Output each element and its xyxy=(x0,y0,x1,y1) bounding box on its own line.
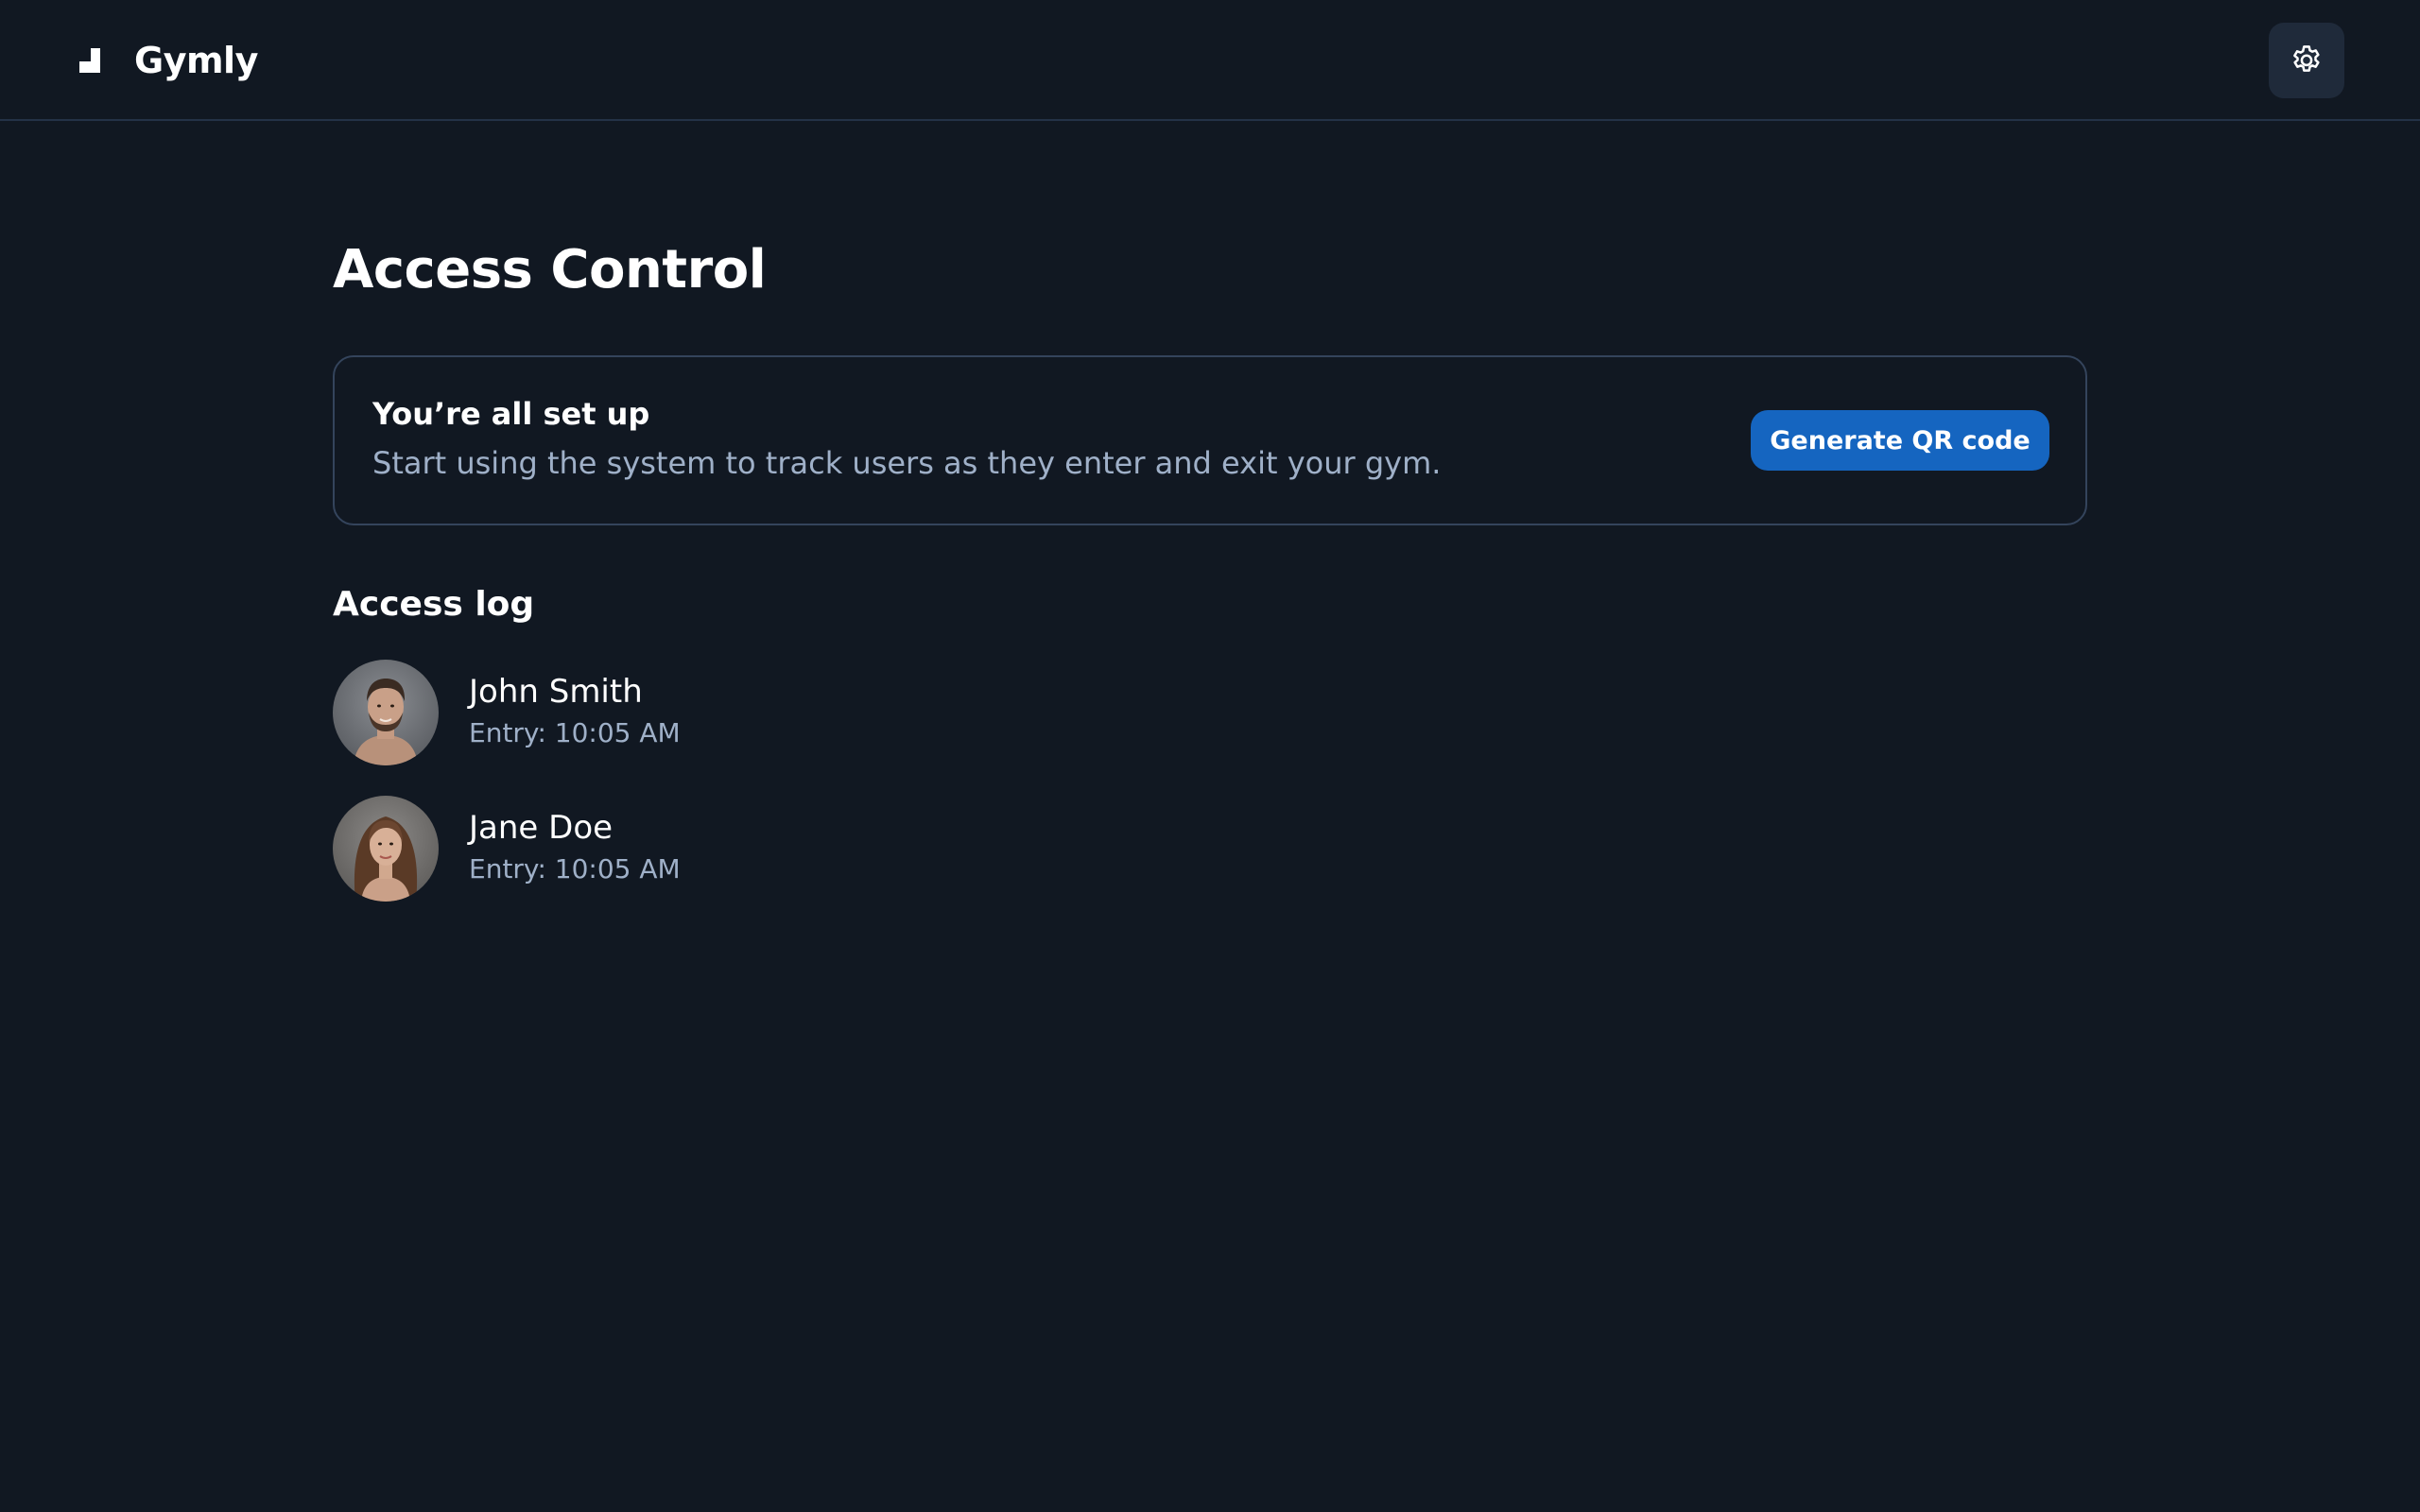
access-log-title: Access log xyxy=(333,585,535,624)
stairs-logo-icon xyxy=(79,48,100,73)
generate-qr-code-button[interactable]: Generate QR code xyxy=(1751,410,2049,471)
avatar xyxy=(333,796,439,902)
gear-icon xyxy=(2293,45,2320,72)
status-description: Start using the system to track users as… xyxy=(372,445,1442,481)
woman-avatar-image xyxy=(333,796,439,902)
log-entry-time: Entry: 10:05 AM xyxy=(469,853,681,885)
avatar xyxy=(333,660,439,765)
setup-status-card: You’re all set up Start using the system… xyxy=(333,355,2087,525)
access-log-item[interactable]: Jane Doe Entry: 10:05 AM xyxy=(333,796,1467,902)
page-title: Access Control xyxy=(333,239,767,301)
brand[interactable]: Gymly xyxy=(76,38,258,83)
log-entry-time: Entry: 10:05 AM xyxy=(469,717,681,748)
settings-button[interactable] xyxy=(2269,23,2344,98)
log-entry-name: Jane Doe xyxy=(469,809,614,847)
top-bar: Gymly xyxy=(0,0,2420,121)
status-title: You’re all set up xyxy=(372,396,650,432)
man-avatar-image xyxy=(333,660,439,765)
access-log-item[interactable]: John Smith Entry: 10:05 AM xyxy=(333,660,1467,765)
log-entry-name: John Smith xyxy=(469,673,643,711)
brand-name: Gymly xyxy=(134,40,258,81)
access-log-list: John Smith Entry: 10:05 AM Jane Doe Entr… xyxy=(333,660,1467,932)
